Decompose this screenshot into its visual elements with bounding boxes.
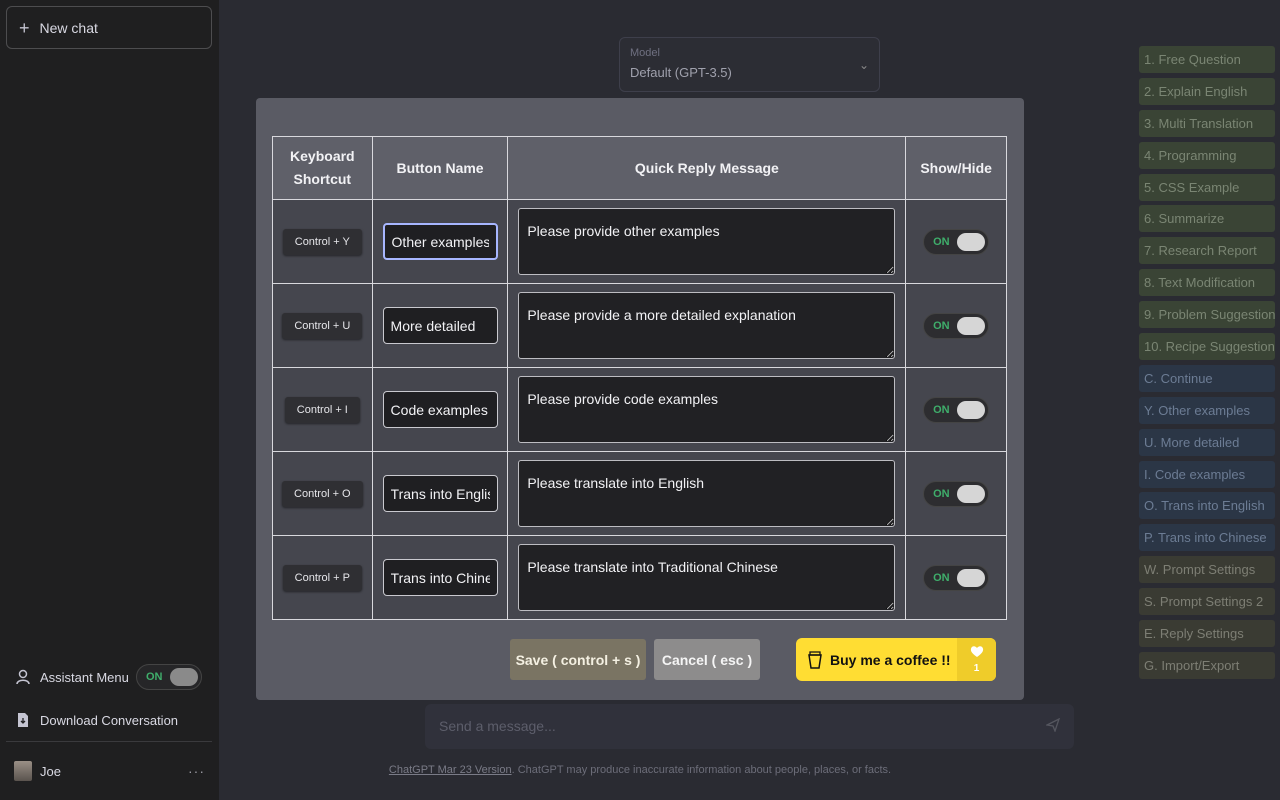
shortcut-key: Control + O bbox=[282, 480, 363, 507]
message-placeholder: Send a message... bbox=[439, 718, 556, 734]
shortcut-key: Control + Y bbox=[282, 228, 362, 255]
shortcut-key: Control + U bbox=[282, 312, 363, 339]
heart-icon bbox=[970, 645, 984, 661]
prompt-button[interactable]: 3. Multi Translation bbox=[1139, 109, 1275, 137]
settings-button[interactable]: E. Reply Settings bbox=[1139, 620, 1275, 648]
show-hide-toggle[interactable]: ON bbox=[923, 396, 990, 423]
prompt-button[interactable]: 8. Text Modification bbox=[1139, 269, 1275, 297]
shortcut-key: Control + P bbox=[282, 564, 362, 591]
prompt-button[interactable]: 7. Research Report bbox=[1139, 237, 1275, 265]
prompt-button[interactable]: 9. Problem Suggestion bbox=[1139, 301, 1275, 329]
prompt-button[interactable]: 1. Free Question bbox=[1139, 46, 1275, 73]
header-show-hide: Show/Hide bbox=[905, 136, 1007, 200]
quick-reply-button[interactable]: Y. Other examples bbox=[1139, 396, 1275, 424]
button-name-input[interactable] bbox=[382, 223, 498, 260]
prompt-button[interactable]: 6. Summarize bbox=[1139, 205, 1275, 233]
header-shortcut: Keyboard Shortcut bbox=[272, 136, 373, 200]
toggle-knob bbox=[170, 668, 198, 686]
toggle-on-label: ON bbox=[933, 487, 950, 500]
button-name-input[interactable] bbox=[382, 307, 498, 344]
button-name-input[interactable] bbox=[382, 559, 498, 596]
quick-reply-button[interactable]: I. Code examples bbox=[1139, 460, 1275, 488]
download-conversation-button[interactable]: Download Conversation bbox=[14, 711, 178, 729]
download-label: Download Conversation bbox=[40, 712, 179, 728]
toggle-on-label: ON bbox=[146, 671, 163, 683]
new-chat-button[interactable]: + New chat bbox=[6, 6, 212, 49]
quick-reply-button[interactable]: P. Trans into Chinese bbox=[1139, 524, 1275, 552]
like-counter[interactable]: 1 bbox=[957, 638, 996, 681]
assistant-menu-toggle[interactable]: ON bbox=[136, 664, 202, 690]
file-download-icon bbox=[14, 711, 32, 729]
toggle-knob bbox=[957, 484, 986, 503]
save-button[interactable]: Save ( control + s ) bbox=[510, 639, 646, 680]
toggle-on-label: ON bbox=[933, 235, 950, 248]
quick-prompt-panel: 1. Free Question 2. Explain English 3. M… bbox=[1139, 46, 1275, 684]
coffee-label: Buy me a coffee !! bbox=[830, 651, 951, 668]
model-value: Default (GPT-3.5) bbox=[630, 65, 732, 80]
message-input[interactable]: Send a message... bbox=[425, 704, 1074, 749]
quick-reply-message-input[interactable]: Please provide code examples bbox=[518, 376, 896, 443]
toggle-on-label: ON bbox=[933, 403, 950, 416]
new-chat-label: New chat bbox=[39, 19, 98, 36]
coffee-cup-icon bbox=[808, 650, 822, 669]
plus-icon: + bbox=[19, 17, 30, 38]
version-link[interactable]: ChatGPT Mar 23 Version bbox=[389, 764, 512, 776]
settings-button[interactable]: S. Prompt Settings 2 bbox=[1139, 588, 1275, 616]
assistant-menu: Assistant Menu ON bbox=[14, 664, 202, 690]
chevron-down-icon: ⌄ bbox=[858, 58, 869, 72]
toggle-knob bbox=[957, 316, 986, 335]
table-row: Control + Y Please provide other example… bbox=[272, 199, 1007, 284]
prompt-button[interactable]: 5. CSS Example bbox=[1139, 173, 1275, 201]
show-hide-toggle[interactable]: ON bbox=[923, 312, 990, 339]
quick-reply-button[interactable]: U. More detailed bbox=[1139, 428, 1275, 456]
quick-reply-table: Keyboard Shortcut Button Name Quick Reply… bbox=[272, 136, 1007, 620]
button-name-input[interactable] bbox=[382, 391, 498, 428]
sidebar-divider bbox=[6, 741, 212, 742]
show-hide-toggle[interactable]: ON bbox=[923, 228, 990, 255]
quick-reply-message-input[interactable]: Please provide a more detailed explanati… bbox=[518, 292, 896, 359]
toggle-knob bbox=[957, 400, 986, 419]
quick-reply-message-input[interactable]: Please translate into Traditional Chines… bbox=[518, 544, 896, 611]
prompt-button[interactable]: 4. Programming bbox=[1139, 141, 1275, 169]
button-name-input[interactable] bbox=[382, 475, 498, 512]
table-header-row: Keyboard Shortcut Button Name Quick Reply… bbox=[272, 136, 1007, 200]
quick-reply-message-input[interactable]: Please translate into English bbox=[518, 460, 896, 527]
quick-reply-button[interactable]: O. Trans into English bbox=[1139, 492, 1275, 520]
page: + New chat Assistant Menu ON Download Co… bbox=[0, 0, 1280, 800]
footer-text: . ChatGPT may produce inaccurate informa… bbox=[511, 764, 892, 776]
toggle-on-label: ON bbox=[933, 571, 950, 584]
model-label: Model bbox=[630, 47, 660, 59]
send-icon[interactable] bbox=[1044, 717, 1061, 735]
model-select[interactable]: Model Default (GPT-3.5) ⌄ bbox=[619, 37, 880, 92]
sidebar: + New chat Assistant Menu ON Download Co… bbox=[0, 0, 219, 800]
table-row: Control + O Please translate into Englis… bbox=[272, 451, 1007, 536]
header-message: Quick Reply Message bbox=[507, 136, 907, 200]
toggle-on-label: ON bbox=[933, 319, 950, 332]
cancel-button[interactable]: Cancel ( esc ) bbox=[654, 639, 760, 680]
quick-reply-settings-modal: Keyboard Shortcut Button Name Quick Reply… bbox=[256, 98, 1024, 700]
prompt-button[interactable]: 10. Recipe Suggestion bbox=[1139, 333, 1275, 361]
table-row: Control + I Please provide code examples… bbox=[272, 367, 1007, 452]
settings-button[interactable]: W. Prompt Settings bbox=[1139, 556, 1275, 584]
toggle-knob bbox=[957, 232, 986, 251]
show-hide-toggle[interactable]: ON bbox=[923, 480, 990, 507]
quick-reply-button[interactable]: C. Continue bbox=[1139, 364, 1275, 392]
settings-button[interactable]: G. Import/Export bbox=[1139, 651, 1275, 679]
header-button-name: Button Name bbox=[371, 136, 509, 200]
toggle-knob bbox=[957, 568, 986, 587]
footer-disclaimer: ChatGPT Mar 23 Version. ChatGPT may prod… bbox=[0, 764, 1280, 776]
buy-me-a-coffee-button[interactable]: Buy me a coffee !! 1 bbox=[796, 638, 996, 681]
table-row: Control + P Please translate into Tradit… bbox=[272, 535, 1007, 620]
quick-reply-message-input[interactable]: Please provide other examples bbox=[518, 208, 896, 275]
like-count: 1 bbox=[973, 663, 980, 674]
shortcut-key: Control + I bbox=[284, 396, 360, 423]
person-icon bbox=[14, 668, 32, 686]
table-row: Control + U Please provide a more detail… bbox=[272, 283, 1007, 368]
show-hide-toggle[interactable]: ON bbox=[923, 564, 990, 591]
prompt-button[interactable]: 2. Explain English bbox=[1139, 77, 1275, 105]
assistant-menu-label: Assistant Menu bbox=[40, 669, 129, 685]
